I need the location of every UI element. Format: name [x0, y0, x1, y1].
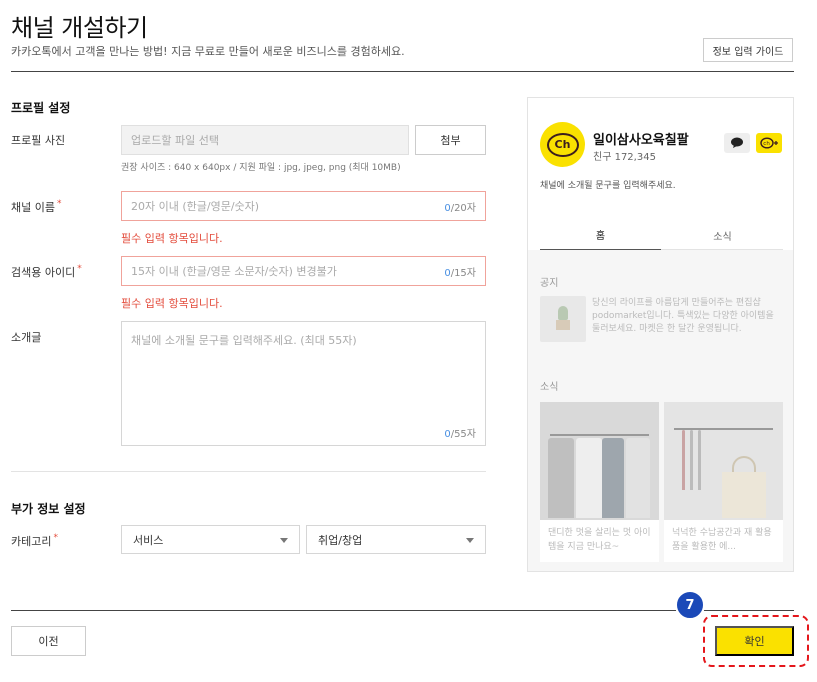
clothing-item — [576, 438, 602, 518]
channel-name-placeholder: 20자 이내 (한글/영문/숫자) — [131, 200, 260, 213]
search-id-counter: 0/15자 — [444, 264, 476, 279]
rack-bar — [550, 434, 649, 436]
notice-card: 당신의 라이프를 아름답게 만들어주는 편집샵 podomarket입니다. 특… — [540, 296, 783, 346]
shopping-bag-icon — [722, 472, 766, 518]
info-guide-button[interactable]: 정보 입력 가이드 — [703, 38, 793, 62]
category-label-text: 카테고리 — [11, 535, 52, 548]
header-divider — [11, 71, 794, 72]
hanger-item — [698, 430, 701, 490]
clothing-item — [548, 438, 574, 518]
category-secondary-select[interactable]: 취업/창업 — [306, 525, 486, 554]
preview-description: 채널에 소개될 문구를 입력해주세요. — [540, 181, 676, 191]
category-label: 카테고리 * — [11, 533, 58, 549]
hanger-item — [690, 430, 693, 490]
notice-thumbnail — [540, 296, 586, 342]
section-divider — [11, 471, 486, 472]
preview-tabs: 홈 소식 — [540, 220, 783, 251]
shopping-bag-image — [664, 402, 783, 520]
search-id-label: 검색용 아이디 * — [11, 264, 82, 280]
search-id-max: /15자 — [450, 267, 476, 279]
page-title: 채널 개설하기 — [11, 14, 148, 42]
required-mark: * — [53, 533, 58, 543]
plant-icon — [558, 306, 568, 320]
add-channel-icon: ch — [756, 133, 782, 153]
previous-button[interactable]: 이전 — [11, 626, 86, 656]
category-primary-value: 서비스 — [133, 533, 164, 547]
required-mark: * — [56, 199, 62, 209]
preview-friend-count: 친구 172,345 — [593, 152, 656, 163]
search-id-error: 필수 입력 항목입니다. — [121, 297, 223, 310]
intro-counter: 0/55자 — [444, 425, 476, 440]
chat-icon — [724, 133, 750, 153]
preview-channel-name: 일이삼사오육칠팔 — [593, 133, 689, 148]
rack-bar — [674, 428, 773, 430]
search-id-input[interactable]: 15자 이내 (한글/영문 소문자/숫자) 변경불가 0/15자 — [121, 256, 486, 286]
intro-label: 소개글 — [11, 331, 42, 344]
page-description: 카카오톡에서 고객을 만나는 방법! 지금 무료로 만들어 새로운 비즈니스를 … — [11, 45, 405, 58]
step-badge: 7 — [675, 590, 705, 620]
notice-title: 공지 — [540, 278, 559, 289]
clothing-rack-image — [540, 402, 659, 520]
category-primary-select[interactable]: 서비스 — [121, 525, 300, 554]
search-id-placeholder: 15자 이내 (한글/영문 소문자/숫자) 변경불가 — [131, 265, 337, 278]
profile-section-title: 프로필 설정 — [11, 101, 71, 115]
news-card: 댄디한 멋을 살리는 멋 아이템을 지금 만나요~ — [540, 402, 659, 562]
chevron-down-icon — [280, 538, 288, 543]
hanger-item — [682, 430, 685, 490]
profile-photo-placeholder: 업로드할 파일 선택 — [131, 134, 219, 147]
photo-upload-hint: 권장 사이즈 : 640 x 640px / 지원 파일 : jpg, jpeg… — [121, 163, 401, 173]
notice-text: 당신의 라이프를 아름답게 만들어주는 편집샵 podomarket입니다. 특… — [592, 298, 774, 334]
tab-home: 홈 — [540, 220, 661, 251]
confirm-button[interactable]: 확인 — [715, 626, 794, 656]
channel-name-label-text: 채널 이름 — [11, 201, 55, 214]
channel-name-max: /20자 — [450, 202, 476, 214]
channel-name-counter: 0/20자 — [444, 199, 476, 214]
intro-placeholder: 채널에 소개될 문구를 입력해주세요. (최대 55자) — [131, 334, 357, 347]
category-secondary-value: 취업/창업 — [318, 533, 363, 547]
svg-text:ch: ch — [763, 141, 770, 147]
news-text: 넉넉한 수납공간과 재 활용품을 활용한 에... — [672, 528, 772, 552]
pot-icon — [556, 320, 570, 330]
channel-preview-panel: Ch 일이삼사오육칠팔 친구 172,345 ch 채널에 소개될 문구를 입력… — [527, 97, 794, 572]
news-card: 넉넉한 수납공간과 재 활용품을 활용한 에... — [664, 402, 783, 562]
tab-news: 소식 — [713, 231, 732, 243]
attach-button[interactable]: 첨부 — [415, 125, 486, 155]
profile-photo-file-input[interactable]: 업로드할 파일 선택 — [121, 125, 409, 155]
news-title: 소식 — [540, 382, 559, 393]
chevron-down-icon — [466, 538, 474, 543]
clothing-item — [602, 438, 624, 518]
required-mark: * — [77, 264, 82, 274]
profile-photo-label: 프로필 사진 — [11, 134, 66, 147]
intro-max: /55자 — [450, 429, 476, 440]
channel-name-label: 채널 이름 * — [11, 199, 61, 215]
channel-logo-icon: Ch — [546, 132, 579, 157]
extra-section-title: 부가 정보 설정 — [11, 502, 86, 516]
channel-name-input[interactable]: 20자 이내 (한글/영문/숫자) 0/20자 — [121, 191, 486, 221]
channel-name-error: 필수 입력 항목입니다. — [121, 232, 223, 245]
news-text: 댄디한 멋을 살리는 멋 아이템을 지금 만나요~ — [548, 528, 651, 552]
search-id-label-text: 검색용 아이디 — [11, 266, 76, 279]
channel-avatar: Ch — [540, 122, 585, 167]
clothing-item — [626, 438, 650, 518]
intro-textarea[interactable]: 채널에 소개될 문구를 입력해주세요. (최대 55자) 0/55자 — [121, 321, 486, 446]
